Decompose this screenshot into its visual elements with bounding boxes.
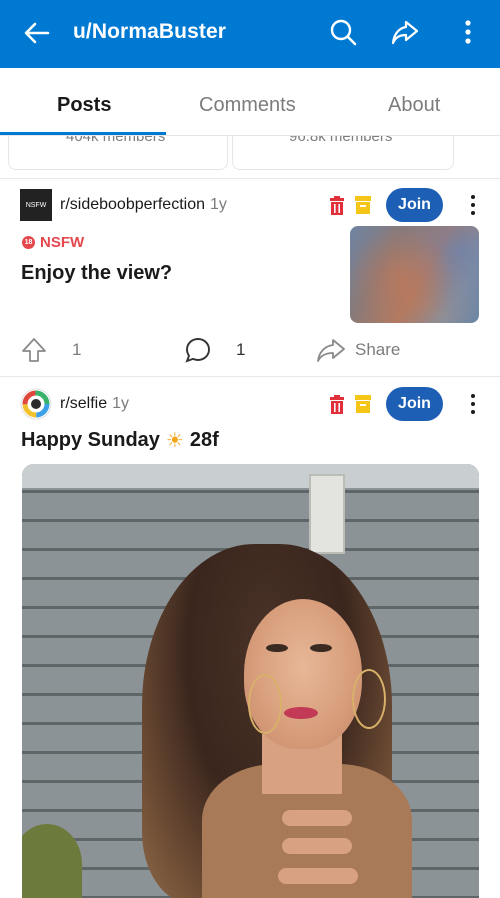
- share-label: Share: [355, 340, 401, 359]
- join-button[interactable]: Join: [386, 188, 443, 222]
- more-vertical-icon[interactable]: [468, 193, 478, 217]
- nsfw-tag: 18 NSFW: [22, 234, 84, 251]
- eye: [266, 644, 288, 652]
- garment-cutout: [282, 810, 352, 826]
- post-title[interactable]: Enjoy the view?: [21, 262, 172, 285]
- post-title-age: 28f: [189, 429, 219, 451]
- more-vertical-icon[interactable]: [468, 392, 478, 416]
- tab-posts[interactable]: Posts: [57, 94, 111, 117]
- profile-tabs: Posts Comments About: [0, 68, 500, 136]
- member-count: 96.8k members: [289, 136, 393, 145]
- earring: [352, 669, 386, 729]
- comment-count[interactable]: 1: [236, 336, 245, 364]
- earring: [248, 674, 282, 734]
- siding-top: [22, 464, 479, 488]
- search-icon[interactable]: [328, 17, 358, 47]
- garment-cutout: [278, 868, 358, 884]
- share-action[interactable]: Share: [316, 336, 400, 364]
- subreddit-name[interactable]: r/selfie: [60, 395, 107, 413]
- app-bar: u/NormaBuster: [0, 0, 500, 68]
- post-age: 1y: [112, 395, 130, 412]
- post-header: r/selfie 1y: [20, 387, 129, 421]
- trash-icon[interactable]: [329, 395, 345, 414]
- share-icon[interactable]: [390, 17, 420, 47]
- vote-count: 1: [72, 340, 82, 359]
- upvote-action[interactable]: 1: [20, 336, 81, 364]
- archive-icon[interactable]: [355, 395, 371, 413]
- subreddit-name[interactable]: r/sideboobperfection: [60, 196, 205, 214]
- nsfw-badge-icon: 18: [22, 236, 35, 249]
- archive-icon[interactable]: [355, 196, 371, 214]
- tab-comments[interactable]: Comments: [199, 94, 296, 117]
- community-cards-peek: 404k members 96.8k members: [0, 136, 500, 178]
- divider: [0, 178, 500, 179]
- subreddit-avatar[interactable]: NSFW: [20, 189, 52, 221]
- post-title[interactable]: Happy Sunday ☀ 28f: [21, 428, 219, 453]
- comment-icon[interactable]: [184, 336, 212, 364]
- join-button[interactable]: Join: [386, 387, 443, 421]
- eye: [310, 644, 332, 652]
- post-header: NSFW r/sideboobperfection 1y: [20, 188, 227, 222]
- page-title: u/NormaBuster: [73, 20, 226, 43]
- blurred-nsfw-thumbnail[interactable]: [350, 226, 479, 323]
- subreddit-avatar[interactable]: [20, 388, 52, 420]
- lips: [284, 707, 318, 719]
- post-title-text: Happy Sunday: [21, 429, 160, 451]
- upvote-icon[interactable]: [20, 336, 48, 364]
- nsfw-label: NSFW: [40, 234, 85, 251]
- more-vertical-icon[interactable]: [453, 17, 483, 47]
- tab-about[interactable]: About: [388, 94, 440, 117]
- divider: [0, 376, 500, 377]
- post-age: 1y: [209, 196, 227, 213]
- garment-cutout: [282, 838, 352, 854]
- trash-icon[interactable]: [329, 196, 345, 215]
- member-count: 404k members: [66, 136, 166, 145]
- active-tab-indicator: [0, 132, 166, 135]
- selfie-photo[interactable]: [22, 464, 479, 898]
- back-arrow-icon[interactable]: [22, 18, 52, 48]
- share-icon[interactable]: [316, 336, 346, 364]
- wall-bracket: [309, 474, 345, 554]
- sun-emoji-icon: ☀: [165, 430, 184, 452]
